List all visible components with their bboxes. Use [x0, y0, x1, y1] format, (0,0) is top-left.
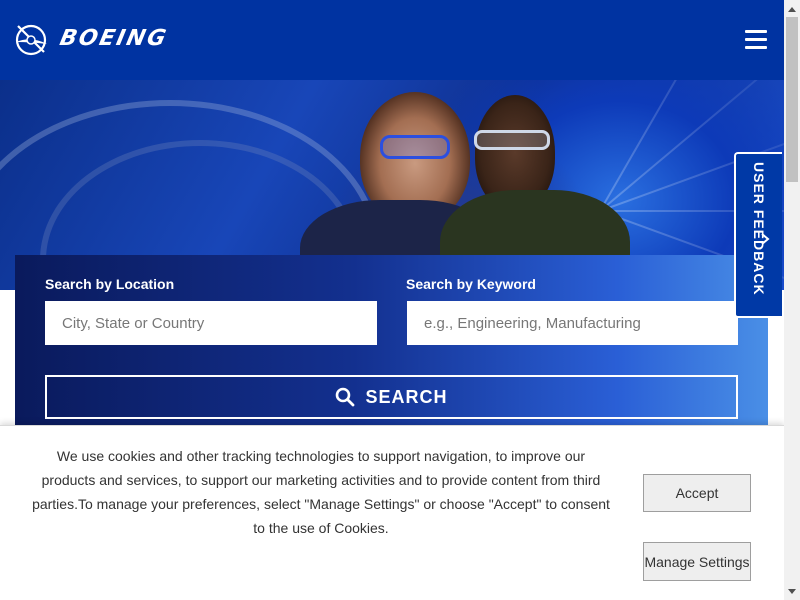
job-search-panel: Search by Location Search by Keyword SEA… — [15, 255, 768, 430]
search-icon — [336, 387, 355, 407]
cookie-consent-banner: We use cookies and other tracking techno… — [0, 425, 784, 600]
manage-settings-button[interactable]: Manage Settings — [643, 542, 751, 581]
search-button[interactable]: SEARCH — [45, 375, 738, 419]
scroll-down-arrow-icon[interactable] — [784, 583, 800, 600]
site-header: BOEING — [0, 0, 784, 80]
boeing-logo-icon — [15, 24, 47, 56]
boeing-logo[interactable]: BOEING — [14, 18, 170, 60]
keyword-input[interactable] — [407, 301, 738, 345]
cookie-message: We use cookies and other tracking techno… — [32, 448, 610, 536]
page: BOEING Search by Location Search by Keyw… — [0, 0, 800, 600]
user-feedback-tab[interactable]: USER FEEDBACK — [734, 152, 782, 318]
search-button-label: SEARCH — [365, 386, 448, 407]
scroll-up-arrow-icon[interactable] — [784, 0, 800, 17]
location-label: Search by Location — [45, 276, 175, 292]
chevron-right-icon — [761, 233, 770, 245]
hamburger-menu-icon — [745, 30, 767, 33]
hero-safety-glasses-man — [474, 130, 550, 150]
location-input[interactable] — [45, 301, 377, 345]
scroll-thumb[interactable] — [786, 17, 798, 182]
accept-button[interactable]: Accept — [643, 474, 751, 512]
keyword-label: Search by Keyword — [406, 276, 536, 292]
hamburger-menu-button[interactable] — [745, 30, 769, 50]
brand-name: BOEING — [57, 26, 170, 51]
page-scrollbar[interactable] — [784, 0, 800, 600]
hero-safety-glasses — [380, 135, 450, 159]
